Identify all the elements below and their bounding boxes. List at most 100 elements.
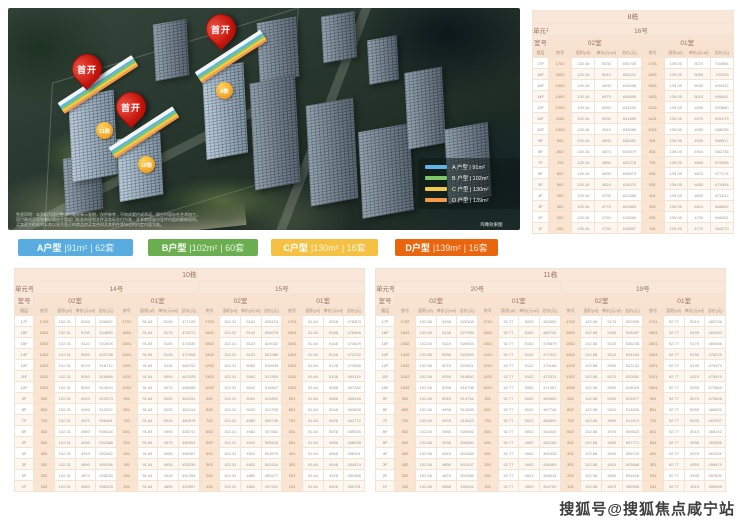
table-cell: 4970 bbox=[75, 415, 96, 426]
table-cell: 503570 bbox=[261, 448, 282, 459]
table-row: 2F202102.58487850038520192.7749224566142… bbox=[376, 470, 726, 481]
table-cell: 4950 bbox=[687, 124, 710, 135]
table-cell: 701 bbox=[477, 415, 498, 426]
table-cell: 139.05 bbox=[664, 91, 687, 102]
table-row: 6F602102.58495850859260192.7750024640366… bbox=[376, 426, 726, 437]
table-cell: 130.16 bbox=[572, 201, 595, 212]
table-cell: 102.58 bbox=[581, 338, 602, 349]
table-cell: 102.58 bbox=[415, 393, 436, 404]
table-cell: 2F bbox=[376, 470, 395, 481]
table-row: 12F1202102.315070518712120191.8451154697… bbox=[15, 360, 365, 371]
table-cell: 473313 bbox=[539, 371, 560, 382]
table-cell: 4995 bbox=[684, 437, 705, 448]
table-cell: 4790 bbox=[595, 190, 618, 201]
table-cell: 506540 bbox=[457, 437, 478, 448]
table-cell: 102.58 bbox=[415, 426, 436, 437]
building-shape bbox=[404, 66, 445, 149]
banner-area: |91m² bbox=[64, 243, 87, 253]
table-row: 3F302102.58489850243730192.7749424584693… bbox=[376, 459, 726, 470]
table-cell: 139.05 bbox=[664, 168, 687, 179]
table-cell: 502 bbox=[560, 437, 581, 448]
table-cell: 14F bbox=[533, 91, 549, 102]
table-cell: 01室 bbox=[477, 294, 560, 306]
table-cell: 512573 bbox=[96, 393, 117, 404]
table-cell: 5015 bbox=[158, 415, 179, 426]
table-cell: 518029 bbox=[622, 382, 643, 393]
table-cell: 462414 bbox=[178, 404, 199, 415]
table-cell: 513926 bbox=[622, 404, 643, 415]
table-cell: 1701 bbox=[282, 316, 303, 327]
table-cell: 5010 bbox=[75, 393, 96, 404]
table-cell: 465891 bbox=[539, 415, 560, 426]
banner-count: | 16套 bbox=[464, 241, 488, 254]
table-cell: 单价(元/㎡) bbox=[684, 306, 705, 316]
table-cell: 503668 bbox=[622, 459, 643, 470]
table-cell: 472792 bbox=[344, 349, 365, 360]
table-cell: 201 bbox=[643, 470, 664, 481]
table-cell: 室号 bbox=[376, 294, 395, 306]
table-cell: 4F bbox=[533, 190, 549, 201]
table-cell: 517893 bbox=[261, 371, 282, 382]
table-cell: 4850 bbox=[75, 481, 96, 492]
table-cell: 501524 bbox=[261, 459, 282, 470]
sohu-watermark: 搜狐号@搜狐焦点咸宁站 bbox=[559, 498, 735, 519]
table-cell: 5050 bbox=[687, 69, 710, 80]
table-cell: 901 bbox=[116, 393, 137, 404]
table-cell: 102.31 bbox=[220, 316, 241, 327]
table-cell: 5042 bbox=[519, 404, 540, 415]
table-cell: 92.77 bbox=[498, 437, 519, 448]
table-cell: 4790 bbox=[687, 212, 710, 223]
table-cell: 室号 bbox=[15, 294, 34, 306]
table-cell: 5030 bbox=[75, 382, 96, 393]
table-row: 6F602102.31495050643460191.8449954587416… bbox=[15, 426, 365, 437]
table-cell: 102.58 bbox=[415, 470, 436, 481]
table-cell: 505719 bbox=[622, 448, 643, 459]
table-cell: 面积(㎡) bbox=[220, 306, 241, 316]
table-row: 15F1502102.585118525004150192.7751624788… bbox=[376, 338, 726, 349]
building-badge-11: 11栋 bbox=[96, 122, 113, 139]
table-cell: 楼层 bbox=[376, 306, 395, 316]
table-cell: 701 bbox=[116, 415, 137, 426]
table-row: 10F1002102.585038516798100192.7750824714… bbox=[376, 382, 726, 393]
table-cell: 91.84 bbox=[137, 481, 158, 492]
table-cell: 92.77 bbox=[498, 470, 519, 481]
table-cell: 652102 bbox=[618, 69, 641, 80]
table-cell: 92.77 bbox=[498, 459, 519, 470]
table-cell: 130.16 bbox=[572, 102, 595, 113]
table-cell: 91.84 bbox=[137, 316, 158, 327]
table-cell: 1602 bbox=[199, 327, 220, 338]
table-cell: 455965 bbox=[705, 481, 726, 492]
table-cell: 房号 bbox=[560, 306, 581, 316]
table-cell: 1002 bbox=[560, 382, 581, 393]
table-row: 4F402102.31491050234240191.8449554550674… bbox=[15, 448, 365, 459]
table-cell: 201 bbox=[477, 470, 498, 481]
table-cell: 202 bbox=[560, 470, 581, 481]
table-cell: 91.84 bbox=[302, 316, 323, 327]
table-row: 14F1402130.1649706468951401139.055010696… bbox=[533, 91, 734, 102]
table-cell: 总价(元) bbox=[705, 306, 726, 316]
table-cell: 面积(㎡) bbox=[137, 306, 158, 316]
table-cell: 1101 bbox=[282, 371, 303, 382]
table-cell: 5090 bbox=[601, 360, 622, 371]
table-cell: 4955 bbox=[684, 459, 705, 470]
table-cell: 5135 bbox=[684, 360, 705, 371]
table-cell: 623466 bbox=[618, 190, 641, 201]
table-cell: 5115 bbox=[684, 371, 705, 382]
table-cell: 102.31 bbox=[220, 437, 241, 448]
table-row: 11F1102102.585058518850110192.7751024733… bbox=[376, 371, 726, 382]
table-cell: 301 bbox=[641, 201, 664, 212]
table-cell: 524850 bbox=[96, 327, 117, 338]
table-cell: 5035 bbox=[158, 404, 179, 415]
table-cell: 461531 bbox=[705, 448, 726, 459]
table-cell: 5055 bbox=[158, 393, 179, 404]
table-cell: 528124 bbox=[261, 316, 282, 327]
table-cell: 1102 bbox=[199, 371, 220, 382]
table-cell: 1601 bbox=[282, 327, 303, 338]
table-cell: 4830 bbox=[687, 190, 710, 201]
table-cell: 4878 bbox=[436, 470, 457, 481]
table-cell: 1701 bbox=[477, 316, 498, 327]
table-cell: 92.77 bbox=[663, 404, 684, 415]
table-cell: 1F bbox=[376, 481, 395, 492]
table-row: 9F902102.58501851474690192.7750624696029… bbox=[376, 393, 726, 404]
table-cell: 4975 bbox=[158, 437, 179, 448]
